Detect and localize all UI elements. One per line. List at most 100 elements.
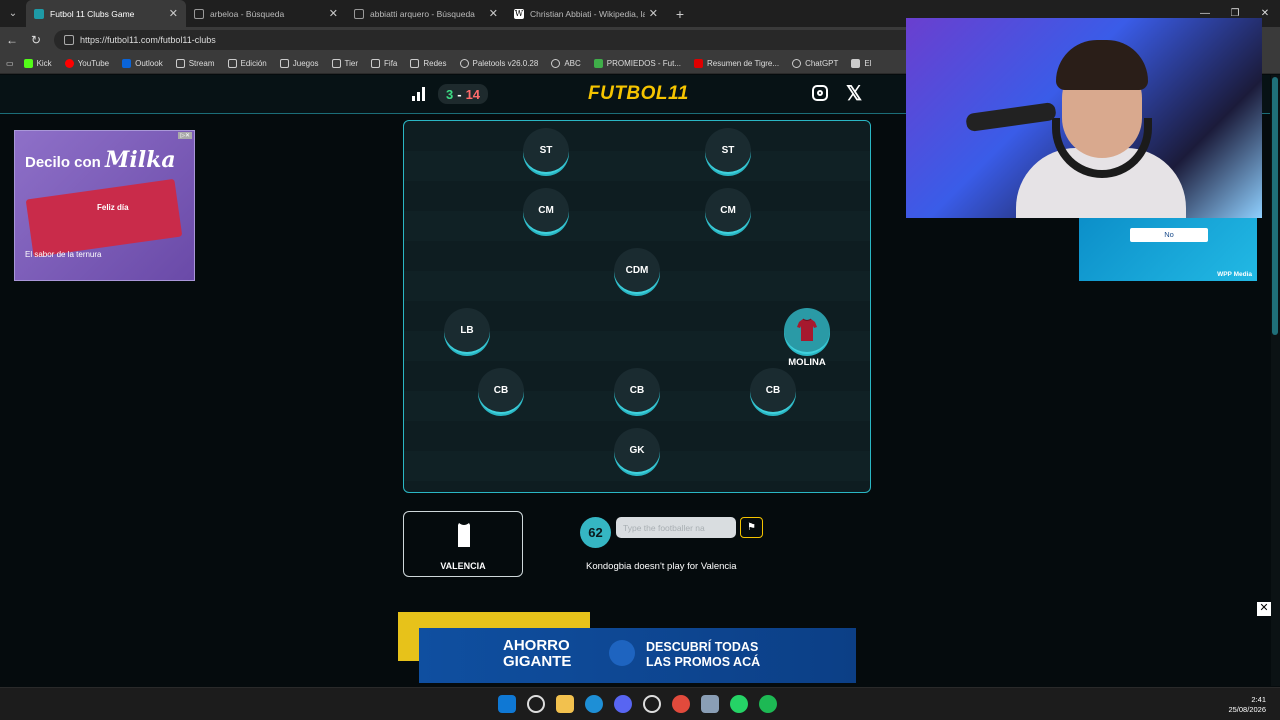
carrefour-right-text: DESCUBRÍ TODAS LAS PROMOS ACÁ (646, 640, 761, 669)
notepad-icon[interactable] (701, 695, 719, 713)
youtube-icon (694, 58, 704, 68)
give-up-flag-button[interactable]: ⚑ (740, 517, 763, 538)
tab-wikipedia[interactable]: W Christian Abbiati - Wikipedia, la en ✕ (506, 0, 666, 27)
chocolate-bar-image (25, 178, 183, 258)
globe-icon (459, 58, 469, 68)
score-pill: 3 - 14 (438, 84, 489, 104)
edge-browser-icon[interactable] (585, 695, 603, 713)
club-card: VALENCIA (403, 511, 523, 577)
feedback-message: Kondogbia doesn't play for Valencia (586, 561, 737, 572)
position-cb-center[interactable]: CB (614, 368, 660, 414)
spotify-icon[interactable] (759, 695, 777, 713)
position-cb-right[interactable]: CB (750, 368, 796, 414)
folder-icon (410, 58, 420, 68)
losses-count: 14 (465, 86, 481, 102)
clock-date: 25/08/2026 (1228, 705, 1266, 714)
site-info-icon[interactable] (64, 35, 74, 45)
player-name-molina: MOLINA (788, 357, 826, 368)
wins-count: 3 (446, 86, 454, 102)
tab-title: Futbol 11 Clubs Game (50, 8, 135, 19)
reload-icon[interactable]: ↻ (24, 33, 48, 47)
position-gk[interactable]: GK (614, 428, 660, 474)
folder-icon (279, 58, 289, 68)
bookmark-el[interactable]: El (851, 58, 872, 68)
page-scrollbar[interactable] (1271, 75, 1280, 686)
position-cm-left[interactable]: CM (523, 188, 569, 234)
position-rb-filled[interactable] (784, 308, 830, 354)
bookmark-kick[interactable]: Kick (23, 58, 52, 68)
adchoices-icon[interactable]: ▷✕ (178, 132, 192, 139)
folder-icon (331, 58, 341, 68)
whatsapp-icon[interactable] (730, 695, 748, 713)
tab-arbeloa[interactable]: arbeloa - Búsqueda ✕ (186, 0, 346, 27)
milka-headline: Decilo con Milka (25, 147, 176, 173)
close-icon[interactable]: ✕ (489, 7, 498, 20)
bookmark-folder-redes[interactable]: Redes (410, 58, 447, 68)
apps-grid-icon[interactable]: ▭ (6, 59, 14, 68)
pitch: ST ST CM CM CDM LB MOLINA CB CB CB GK (403, 120, 871, 493)
futbol11-logo[interactable]: FUTBOL11 (588, 83, 689, 105)
close-icon[interactable]: ✕ (649, 7, 658, 20)
position-cb-left[interactable]: CB (478, 368, 524, 414)
bookmark-folder-edicion[interactable]: Edición (227, 58, 267, 68)
folder-icon (227, 58, 237, 68)
tab-search-icon[interactable]: ⌄ (0, 0, 26, 27)
search-icon[interactable] (527, 695, 545, 713)
bookmark-outlook[interactable]: Outlook (122, 58, 163, 68)
chrome-icon[interactable] (672, 695, 690, 713)
ad-close-icon[interactable]: ✕ (1257, 602, 1271, 616)
taskbar-clock[interactable]: 2:41 25/08/2026 (1228, 695, 1266, 715)
score-separator: - (457, 86, 462, 102)
back-arrow-icon[interactable]: ← (0, 33, 24, 47)
x-twitter-icon[interactable]: 𝕏 (846, 81, 862, 106)
club-name: VALENCIA (440, 561, 486, 571)
obs-icon[interactable] (643, 695, 661, 713)
tab-futbol11[interactable]: Futbol 11 Clubs Game ✕ (26, 0, 186, 27)
tab-title: abbiatti arquero - Búsqueda (370, 8, 475, 19)
bookmark-resumen-tigre[interactable]: Resumen de Tigre... (694, 58, 779, 68)
discord-icon[interactable] (614, 695, 632, 713)
streamer-webcam (906, 18, 1262, 218)
close-icon[interactable]: ✕ (329, 7, 338, 20)
bookmark-paletools[interactable]: Paletools v26.0.28 (459, 58, 538, 68)
position-cm-right[interactable]: CM (705, 188, 751, 234)
wpp-media-label: WPP Media (1217, 271, 1252, 278)
clock-time: 2:41 (1251, 695, 1266, 704)
stats-bars-icon[interactable] (412, 87, 428, 101)
windows-taskbar: 2:41 25/08/2026 (0, 687, 1280, 720)
file-explorer-icon[interactable] (556, 695, 574, 713)
windows-start-icon[interactable] (498, 695, 516, 713)
bookmark-chatgpt[interactable]: ChatGPT (792, 58, 838, 68)
new-tab-plus-icon[interactable]: + (670, 6, 690, 22)
milka-ad[interactable]: ▷✕ Decilo con Milka Feliz día El sabor d… (14, 130, 195, 281)
position-lb[interactable]: LB (444, 308, 490, 354)
tab-title: Christian Abbiati - Wikipedia, la en (530, 8, 645, 19)
close-icon[interactable]: ✕ (169, 7, 178, 20)
search-favicon (194, 8, 204, 19)
scrollbar-thumb[interactable] (1272, 77, 1278, 335)
popup-no-button[interactable]: No (1130, 228, 1208, 242)
bookmark-abc[interactable]: ABC (551, 58, 581, 68)
position-cdm[interactable]: CDM (614, 248, 660, 294)
search-favicon (354, 8, 364, 19)
kick-icon (23, 58, 33, 68)
bookmark-folder-tier[interactable]: Tier (331, 58, 358, 68)
bookmark-youtube[interactable]: YouTube (64, 58, 109, 68)
youtube-icon (64, 58, 74, 68)
milka-tagline: El sabor de la ternura (25, 250, 102, 259)
bookmark-folder-juegos[interactable]: Juegos (279, 58, 319, 68)
position-st-right[interactable]: ST (705, 128, 751, 174)
footballer-name-input[interactable] (616, 517, 736, 538)
bookmark-folder-stream[interactable]: Stream (175, 58, 215, 68)
position-st-left[interactable]: ST (523, 128, 569, 174)
microphone (965, 101, 1057, 133)
url-text: https://futbol11.com/futbol11-clubs (80, 35, 216, 45)
folder-icon (175, 58, 185, 68)
carrefour-ad[interactable]: AHORRO GIGANTE DESCUBRÍ TODAS LAS PROMOS… (419, 628, 856, 683)
instagram-icon[interactable] (812, 85, 828, 101)
tab-abbiatti[interactable]: abbiatti arquero - Búsqueda ✕ (346, 0, 506, 27)
bookmark-promiedos[interactable]: PROMIEDOS - Fut... (593, 58, 681, 68)
bookmark-folder-fifa[interactable]: Fifa (371, 58, 397, 68)
globe-icon (551, 58, 561, 68)
promiedos-icon (593, 58, 603, 68)
